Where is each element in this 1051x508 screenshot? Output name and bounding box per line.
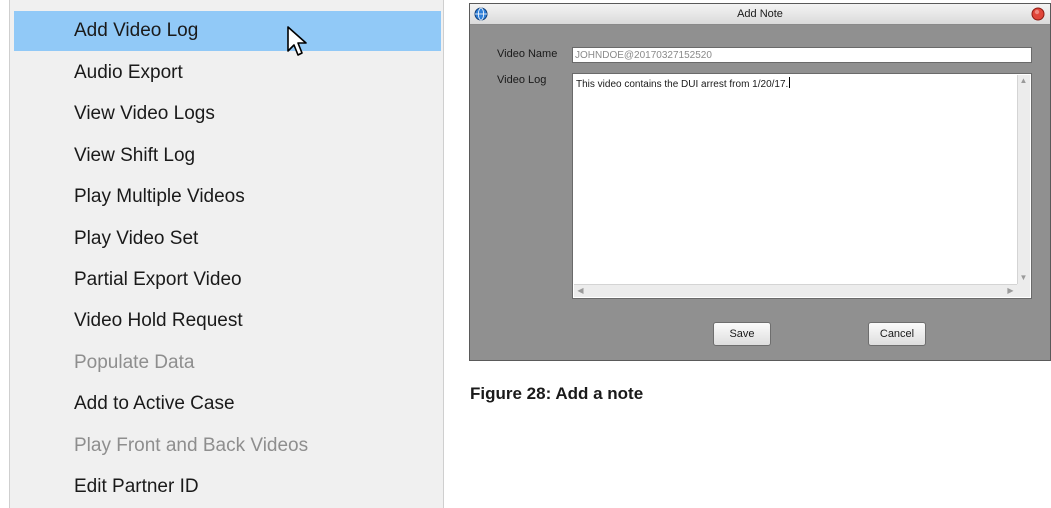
scroll-up-arrow-icon[interactable]: ▲ xyxy=(1018,76,1029,86)
context-menu: Add Video Log Audio Export View Video Lo… xyxy=(9,0,444,508)
close-icon[interactable] xyxy=(1031,7,1045,21)
video-log-label: Video Log xyxy=(497,74,547,86)
video-log-text: This video contains the DUI arrest from … xyxy=(576,77,791,90)
horizontal-scrollbar[interactable]: ◀ ▶ xyxy=(574,284,1030,297)
video-name-label: Video Name xyxy=(497,48,558,60)
vertical-scrollbar[interactable]: ▲ ▼ xyxy=(1017,75,1030,284)
menu-item-partial-export-video[interactable]: Partial Export Video xyxy=(14,260,441,300)
menu-item-populate-data: Populate Data xyxy=(74,352,195,373)
menu-item-edit-partner-id[interactable]: Edit Partner ID xyxy=(14,467,441,507)
dialog-titlebar[interactable]: Add Note xyxy=(470,4,1050,25)
text-caret xyxy=(789,77,791,88)
figure-caption: Figure 28: Add a note xyxy=(470,384,644,403)
video-name-field[interactable] xyxy=(572,47,1032,63)
menu-item-play-front-and-back-videos: Play Front and Back Videos xyxy=(74,435,309,456)
menu-item-audio-export[interactable]: Audio Export xyxy=(14,53,441,93)
dialog-title: Add Note xyxy=(737,8,783,20)
menu-item-view-video-logs[interactable]: View Video Logs xyxy=(14,94,441,134)
menu-item-play-multiple-videos[interactable]: Play Multiple Videos xyxy=(14,177,441,217)
scroll-right-arrow-icon[interactable]: ▶ xyxy=(1005,286,1016,296)
video-log-textarea[interactable]: This video contains the DUI arrest from … xyxy=(572,73,1032,299)
mouse-pointer-icon xyxy=(287,26,307,56)
menu-item-view-shift-log[interactable]: View Shift Log xyxy=(14,136,441,176)
scroll-left-arrow-icon[interactable]: ◀ xyxy=(575,286,586,296)
menu-item-add-video-log[interactable]: Add Video Log xyxy=(14,11,441,51)
scrollbar-corner xyxy=(1017,284,1030,297)
menu-item-video-hold-request[interactable]: Video Hold Request xyxy=(14,301,441,341)
scroll-down-arrow-icon[interactable]: ▼ xyxy=(1018,273,1029,283)
menu-item-add-to-active-case[interactable]: Add to Active Case xyxy=(14,384,441,424)
cancel-button[interactable]: Cancel xyxy=(868,322,926,346)
save-button[interactable]: Save xyxy=(713,322,771,346)
menu-item-play-video-set[interactable]: Play Video Set xyxy=(14,219,441,259)
add-note-dialog: Add Note Video Name Video Log This video… xyxy=(469,3,1051,361)
